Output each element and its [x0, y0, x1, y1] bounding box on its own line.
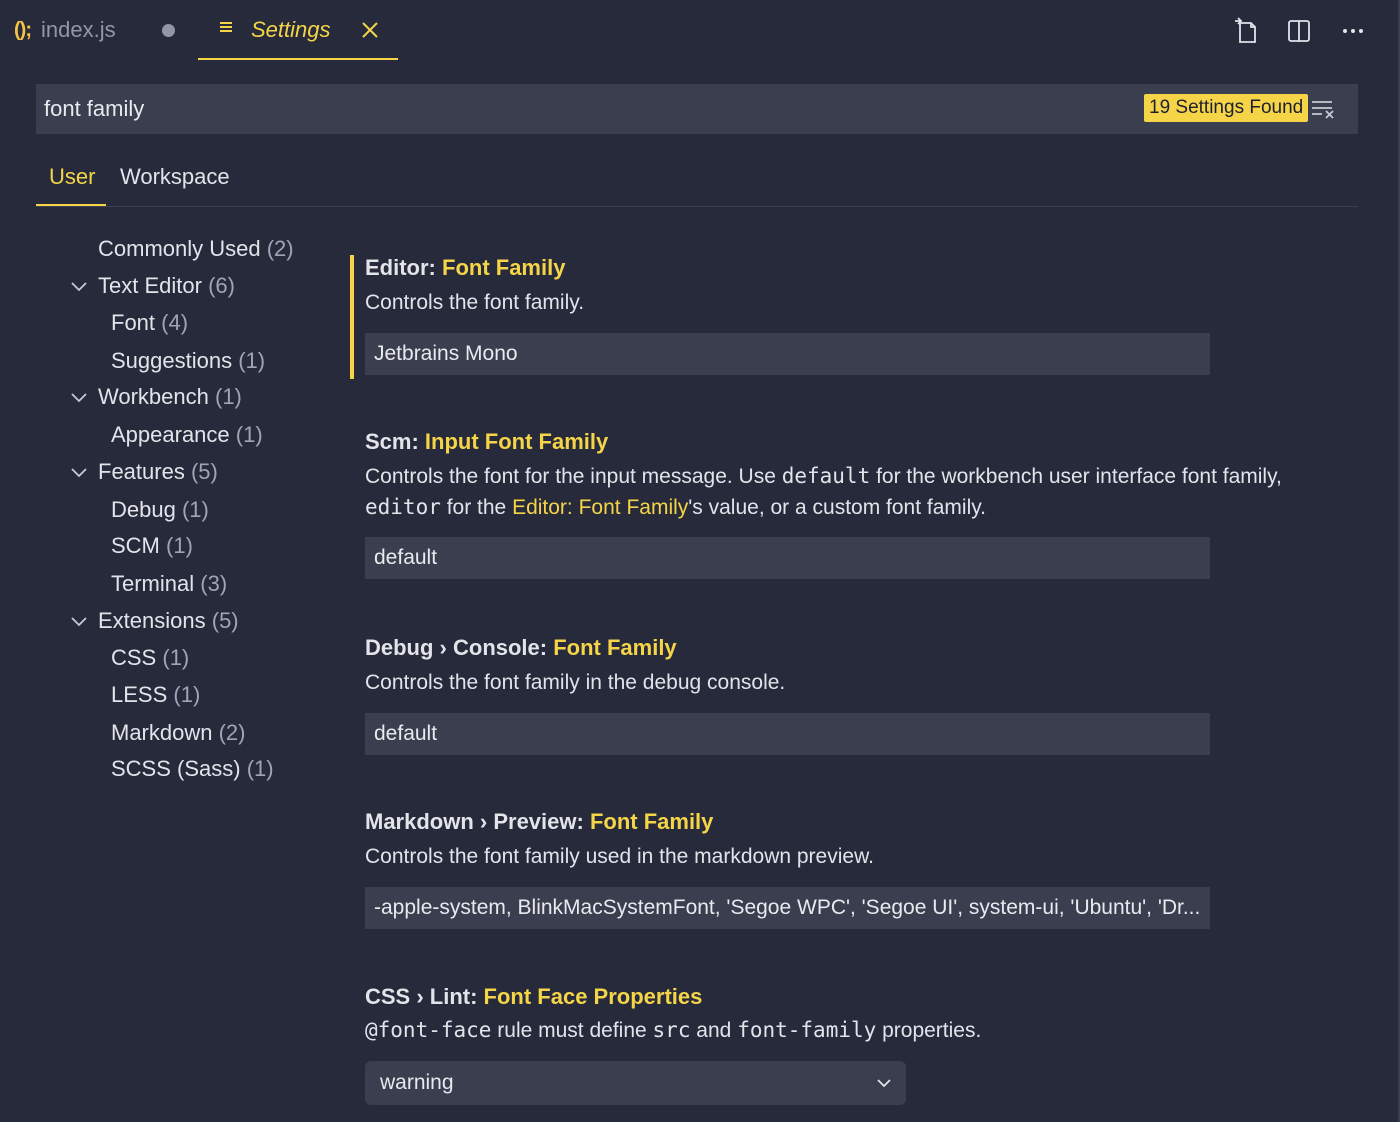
editor-font-family-link[interactable]: Editor: Font Family — [512, 496, 688, 519]
setting-description: @font-face rule must define src and font… — [365, 1018, 982, 1042]
settings-lines-icon — [220, 22, 232, 36]
chevron-down-icon[interactable] — [70, 467, 88, 479]
tab-label: index.js — [41, 17, 116, 42]
active-tab-indicator — [36, 204, 106, 206]
toc-item-css[interactable]: CSS (1) — [111, 645, 189, 671]
toc-item-workbench[interactable]: Workbench (1) — [98, 384, 242, 410]
toc-item-suggestions[interactable]: Suggestions (1) — [111, 348, 265, 374]
chevron-down-icon[interactable] — [70, 392, 88, 404]
setting-description: Controls the font for the input message.… — [365, 464, 1282, 519]
toc-item-font[interactable]: Font (4) — [111, 310, 188, 336]
toc-item-scss[interactable]: SCSS (Sass) (1) — [111, 756, 274, 782]
scm-input-font-family-input[interactable] — [365, 537, 1210, 579]
tab-index-js[interactable]: (); index.js — [14, 0, 175, 60]
tab-settings[interactable]: Settings — [198, 0, 398, 60]
editor-tab-bar: (); index.js Settings — [0, 0, 1400, 62]
toc-item-commonly-used[interactable]: Commonly Used (2) — [98, 236, 294, 262]
markdown-preview-font-family-input[interactable] — [365, 887, 1210, 929]
toc-item-less[interactable]: LESS (1) — [111, 682, 200, 708]
toc-item-appearance[interactable]: Appearance (1) — [111, 422, 263, 448]
toc-item-scm[interactable]: SCM (1) — [111, 533, 193, 559]
chevron-down-icon[interactable] — [70, 616, 88, 628]
unsaved-dot-icon — [162, 24, 175, 37]
setting-title: Markdown › Preview: Font Family — [365, 809, 714, 834]
split-editor-icon[interactable] — [1284, 16, 1314, 46]
search-input[interactable] — [44, 84, 1134, 134]
debug-console-font-family-input[interactable] — [365, 713, 1210, 755]
results-count-badge: 19 Settings Found — [1144, 94, 1309, 122]
setting-title: CSS › Lint: Font Face Properties — [365, 984, 703, 1009]
setting-description: Controls the font family used in the mar… — [365, 845, 874, 868]
javascript-file-icon: (); — [14, 18, 32, 41]
more-actions-icon[interactable] — [1338, 16, 1368, 46]
setting-title: Scm: Input Font Family — [365, 429, 609, 454]
toc-item-text-editor[interactable]: Text Editor (6) — [98, 273, 235, 299]
toc-item-markdown[interactable]: Markdown (2) — [111, 720, 246, 746]
editor-font-family-input[interactable] — [365, 333, 1210, 375]
toc-item-debug[interactable]: Debug (1) — [111, 497, 209, 523]
open-settings-json-icon[interactable] — [1230, 16, 1260, 46]
chevron-down-icon[interactable] — [70, 281, 88, 293]
tab-actions — [1206, 16, 1368, 46]
setting-title: Editor: Font Family — [365, 255, 566, 280]
scope-tabs: User Workspace — [36, 150, 1358, 207]
tab-label: Settings — [251, 17, 331, 42]
close-icon[interactable] — [360, 20, 380, 40]
toc-item-features[interactable]: Features (5) — [98, 459, 218, 485]
settings-search: 19 Settings Found — [36, 84, 1358, 134]
select-value: warning — [380, 1071, 454, 1094]
toc-item-terminal[interactable]: Terminal (3) — [111, 571, 227, 597]
setting-description: Controls the font family. — [365, 291, 585, 314]
toc-item-extensions[interactable]: Extensions (5) — [98, 608, 239, 634]
font-face-properties-select[interactable]: warning — [365, 1061, 906, 1105]
chevron-down-icon — [877, 1079, 891, 1088]
tab-user[interactable]: User — [49, 164, 95, 190]
setting-title: Debug › Console: Font Family — [365, 635, 677, 660]
clear-filter-icon[interactable] — [1310, 97, 1336, 121]
setting-description: Controls the font family in the debug co… — [365, 671, 786, 694]
tab-workspace[interactable]: Workspace — [120, 164, 230, 190]
